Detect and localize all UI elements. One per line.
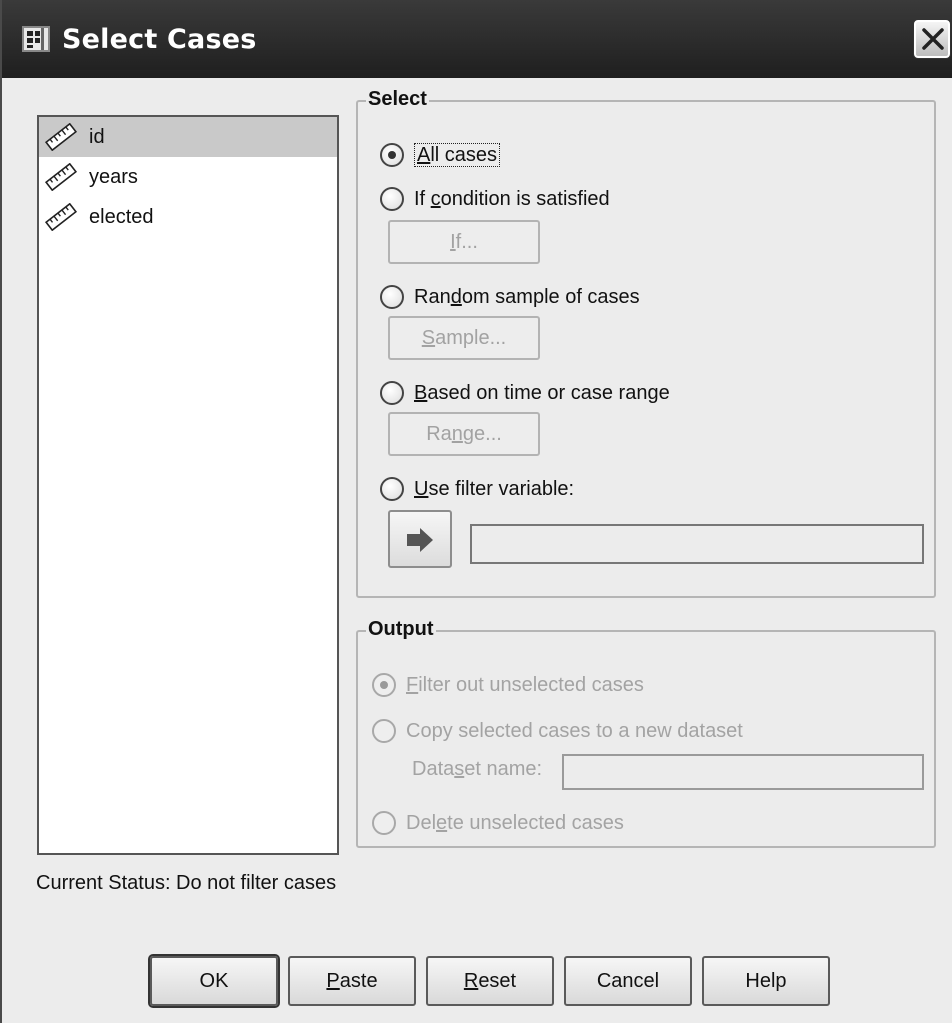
list-item-id[interactable]: id — [39, 117, 337, 157]
radio-copy-new-dataset[interactable]: Copy selected cases to a new dataset — [372, 716, 743, 746]
variable-label: id — [89, 126, 105, 148]
close-icon — [922, 28, 944, 50]
reset-button[interactable]: Reset — [426, 956, 554, 1006]
range-button[interactable]: Range... — [388, 412, 540, 456]
radio-button[interactable] — [380, 477, 404, 501]
dataset-name-field[interactable] — [562, 754, 924, 790]
sample-button[interactable]: Sample... — [388, 316, 540, 360]
radio-filter-out[interactable]: Filter out unselected cases — [372, 670, 644, 700]
ok-button[interactable]: OK — [150, 956, 278, 1006]
radio-button[interactable] — [380, 285, 404, 309]
delete-label: Delete unselected cases — [406, 812, 624, 834]
arrow-right-icon — [407, 528, 433, 552]
select-group-title: Select — [366, 88, 429, 111]
ruler-icon — [44, 123, 78, 151]
time-range-label: Based on time or case range — [414, 382, 670, 404]
radio-all-cases[interactable]: All cases — [380, 140, 501, 170]
variable-label: years — [89, 166, 138, 188]
grid-icon — [22, 26, 50, 52]
ruler-icon — [44, 163, 78, 191]
output-group-title: Output — [366, 618, 436, 641]
radio-button[interactable] — [372, 673, 396, 697]
filter-variable-field[interactable] — [470, 524, 924, 564]
all-cases-label: All cases — [414, 143, 501, 167]
filter-variable-label: Use filter variable: — [414, 478, 575, 500]
radio-button[interactable] — [380, 187, 404, 211]
radio-random-sample[interactable]: Random sample of cases — [380, 282, 640, 312]
copy-new-label: Copy selected cases to a new dataset — [406, 720, 743, 742]
move-variable-button[interactable] — [388, 510, 452, 568]
radio-button[interactable] — [372, 719, 396, 743]
ruler-icon — [44, 203, 78, 231]
select-cases-dialog: Select Cases id years elected Select All… — [0, 0, 952, 1023]
paste-button[interactable]: Paste — [288, 956, 416, 1006]
radio-time-range[interactable]: Based on time or case range — [380, 378, 670, 408]
list-item-elected[interactable]: elected — [39, 197, 337, 237]
current-status: Current Status: Do not filter cases — [36, 872, 337, 894]
radio-button[interactable] — [372, 811, 396, 835]
if-button[interactable]: If... — [388, 220, 540, 264]
radio-filter-variable[interactable]: Use filter variable: — [380, 474, 574, 504]
radio-button[interactable] — [380, 381, 404, 405]
dialog-title: Select Cases — [62, 24, 257, 55]
list-item-years[interactable]: years — [39, 157, 337, 197]
random-sample-label: Random sample of cases — [414, 286, 640, 308]
title-bar: Select Cases — [2, 0, 952, 78]
close-button[interactable] — [914, 20, 950, 58]
variable-label: elected — [89, 206, 154, 228]
radio-if-condition[interactable]: If condition is satisfied — [380, 184, 610, 214]
filter-out-label: Filter out unselected cases — [406, 674, 644, 696]
radio-delete-unselected[interactable]: Delete unselected cases — [372, 808, 624, 838]
variable-list[interactable]: id years elected — [37, 115, 339, 855]
help-button[interactable]: Help — [702, 956, 830, 1006]
dataset-name-label: Dataset name: — [412, 758, 543, 780]
radio-button[interactable] — [380, 143, 404, 167]
cancel-button[interactable]: Cancel — [564, 956, 692, 1006]
if-condition-label: If condition is satisfied — [414, 188, 610, 210]
